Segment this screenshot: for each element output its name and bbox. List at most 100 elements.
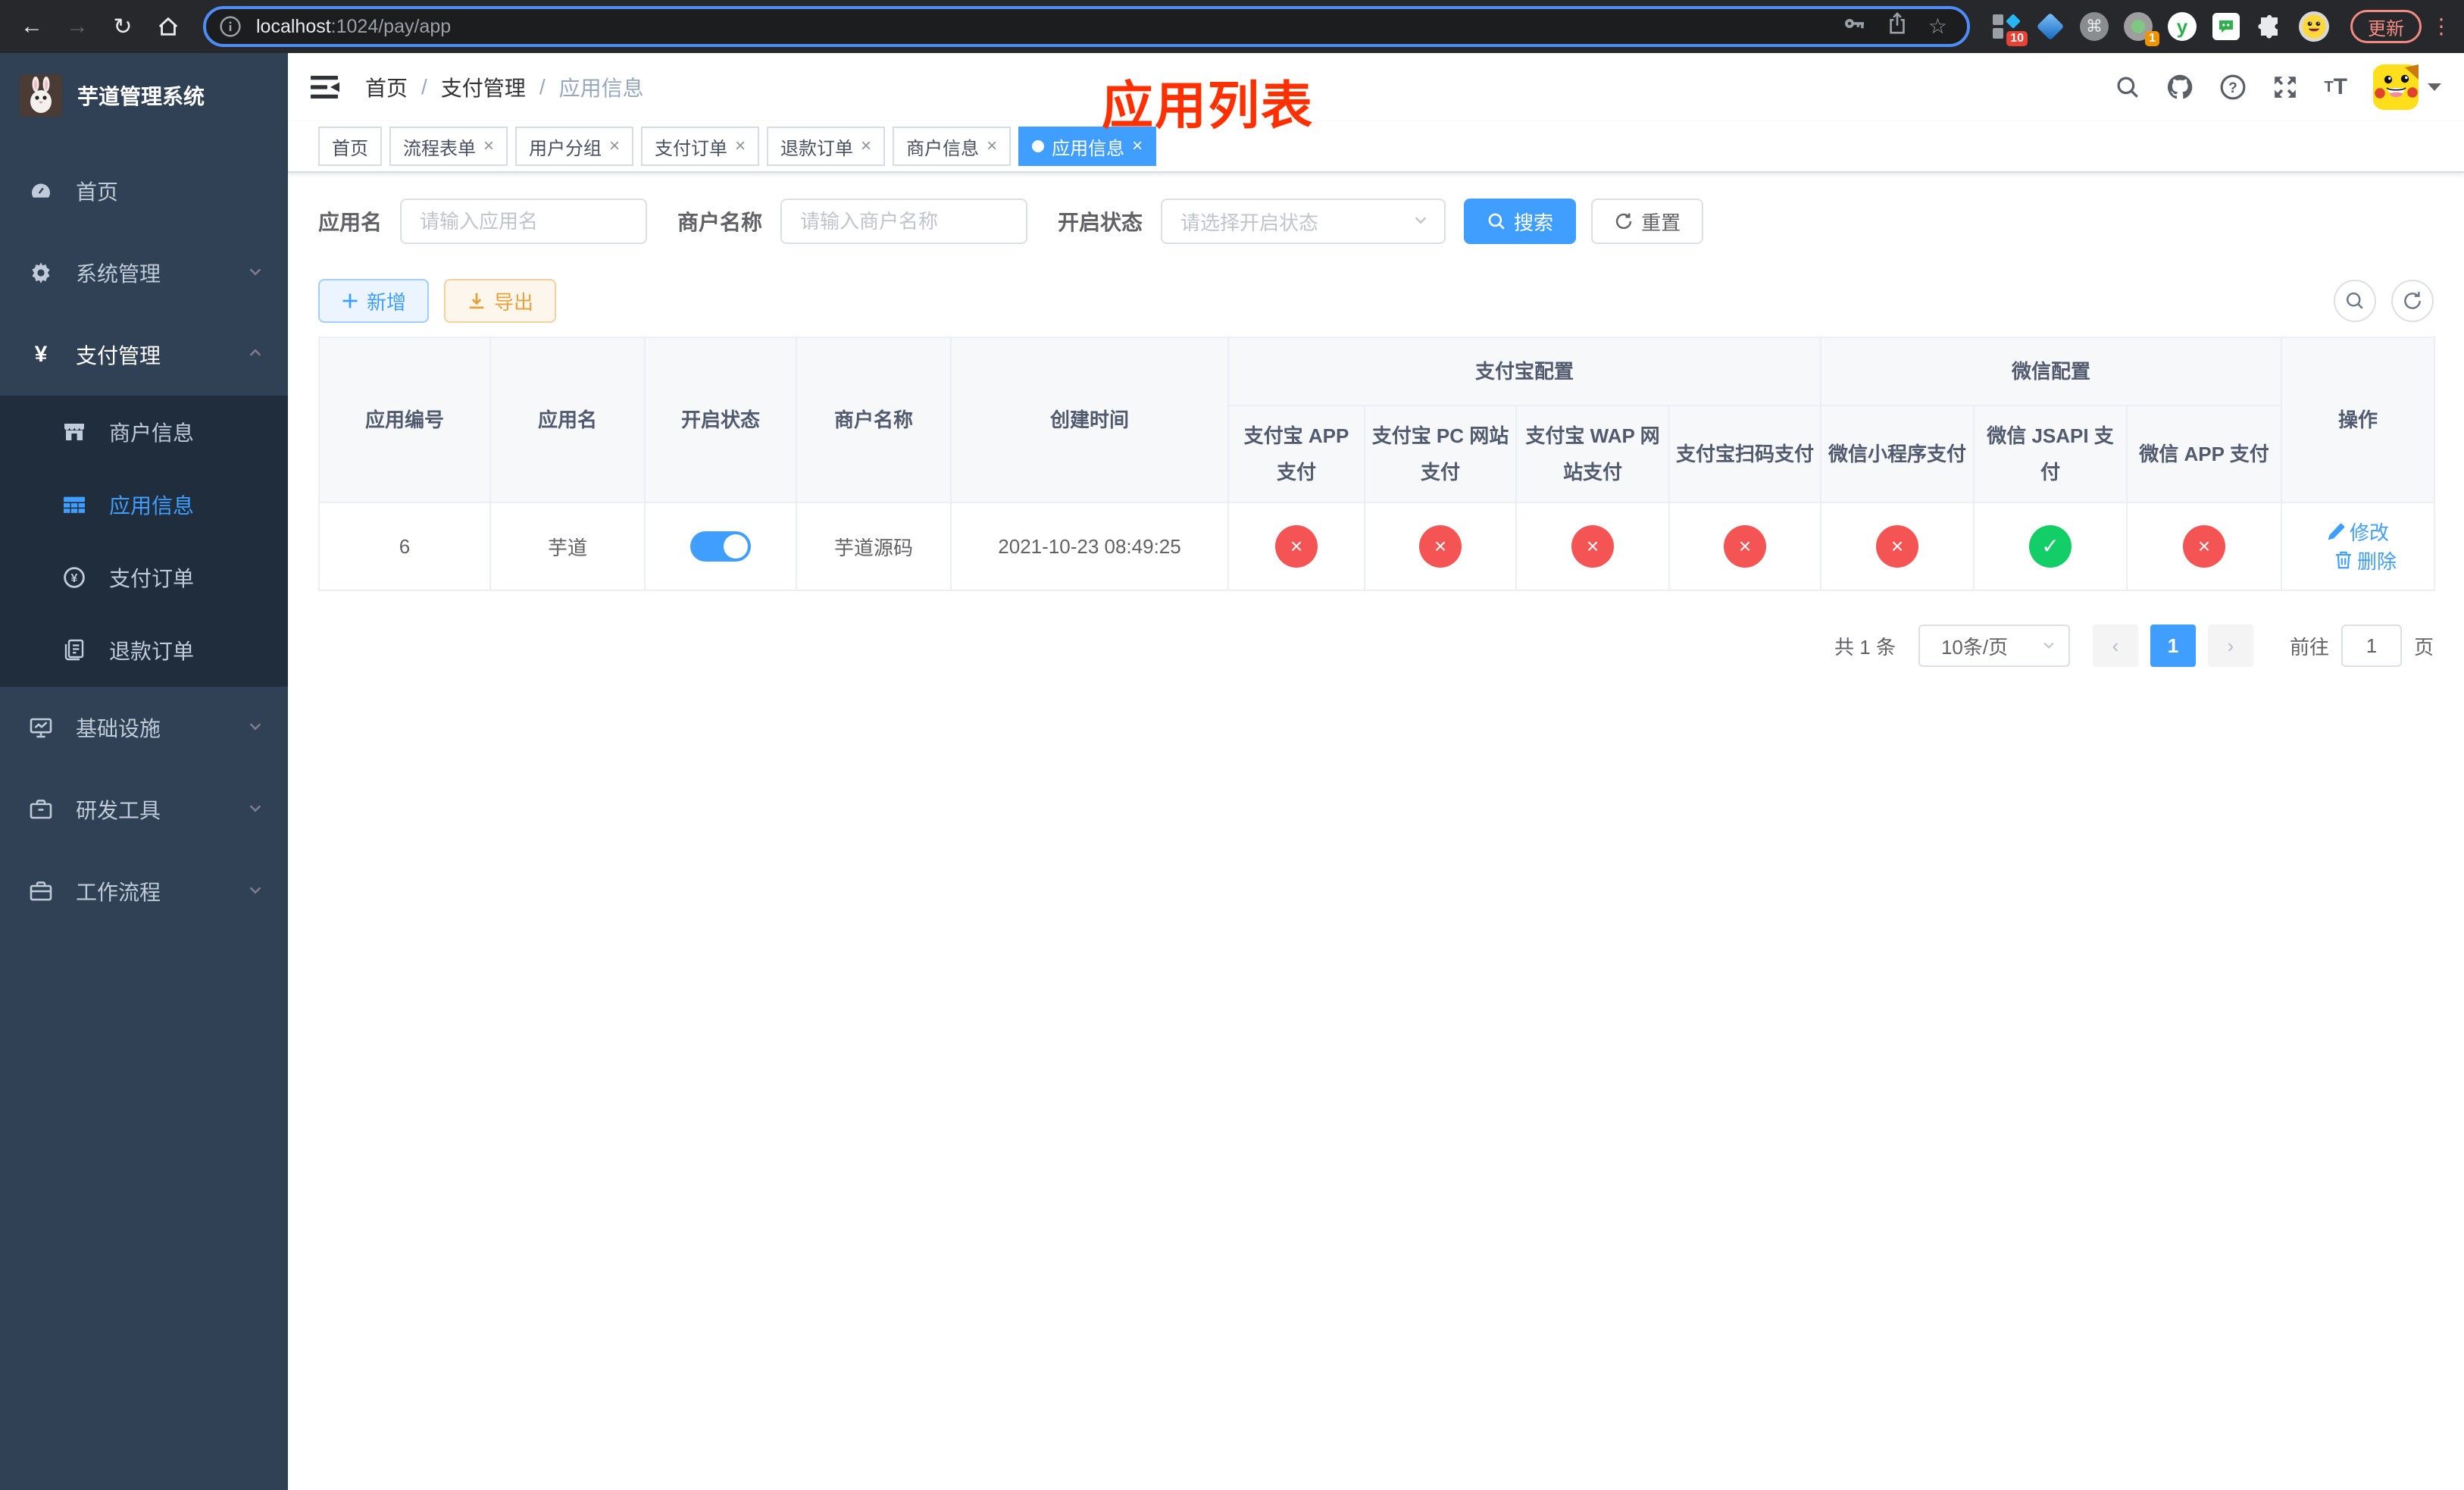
tab-home[interactable]: 首页 [318,127,382,166]
home-icon[interactable] [149,7,188,46]
github-icon[interactable] [2166,74,2194,101]
toggle-search-button[interactable] [2334,280,2376,322]
tab-merchant-info[interactable]: 商户信息 × [893,127,1012,166]
close-icon[interactable]: × [735,137,746,155]
user-avatar [2373,64,2419,110]
refresh-table-button[interactable] [2391,280,2434,322]
alipay-app-status-icon: × [1275,525,1318,568]
download-icon [469,293,484,309]
add-button[interactable]: 新增 [318,279,430,323]
site-info-icon[interactable] [215,11,245,42]
delete-link[interactable]: 删除 [2334,546,2397,574]
back-icon[interactable]: ← [12,7,52,46]
sidebar-item-system[interactable]: 系统管理 [0,232,288,314]
close-icon[interactable]: × [987,137,997,155]
extension-gem-icon[interactable] [2035,11,2065,42]
coin-icon: ¥ [62,565,86,590]
search-icon[interactable] [2115,74,2140,100]
next-page-button[interactable]: › [2207,624,2253,667]
col-header: 支付宝 APP 支付 [1227,405,1365,503]
extension-command-icon[interactable]: ⌘ [2079,11,2109,42]
help-icon[interactable]: ? [2219,74,2247,101]
search-form: 应用名 商户名称 开启状态 请选择开启状态 搜索 [318,199,2434,244]
chevron-down-icon [2041,634,2056,658]
pencil-icon [2328,523,2345,540]
sidebar-logo[interactable]: 芋道管理系统 [0,53,288,138]
extension-badge: 10 [2006,31,2028,46]
extension-yudao-icon[interactable]: y [2167,11,2197,42]
monitor-icon [29,715,53,740]
sidebar-item-refund-orders[interactable]: 退款订单 [0,614,288,687]
group-header-wechat: 微信配置 [1820,337,2283,406]
caret-down-icon [2428,83,2441,91]
share-icon[interactable] [1886,12,1909,41]
reload-icon[interactable]: ↻ [103,7,142,46]
merchant-name-input[interactable] [780,199,1028,244]
page-size-select[interactable]: 10条/页 [1918,624,2070,667]
tab-user-group[interactable]: 用户分组 × [515,127,634,166]
close-icon[interactable]: × [861,137,871,155]
col-header: 应用名 [489,337,646,503]
breadcrumb-payment[interactable]: 支付管理 [441,72,526,102]
page-1-button[interactable]: 1 [2150,624,2196,667]
sidebar-item-merchant-info[interactable]: 商户信息 [0,396,288,468]
sidebar-item-workflow[interactable]: 工作流程 [0,850,288,932]
search-button[interactable]: 搜索 [1464,199,1577,244]
breadcrumb-current: 应用信息 [558,77,644,100]
sidebar-item-pay-orders[interactable]: ¥ 支付订单 [0,541,288,614]
tab-pay-orders[interactable]: 支付订单 × [641,127,760,166]
user-menu[interactable] [2373,64,2441,110]
bookmark-star-icon[interactable]: ☆ [1928,16,1947,37]
breadcrumb-home[interactable]: 首页 [365,72,408,102]
tab-process-form[interactable]: 流程表单 × [389,127,508,166]
browser-update-button[interactable]: 更新 [2350,10,2422,43]
grid-icon [62,493,86,517]
profile-avatar[interactable] [2299,11,2329,42]
font-size-icon[interactable]: TT [2324,76,2347,99]
close-icon[interactable]: × [483,137,494,155]
sidebar-item-dev-tools[interactable]: 研发工具 [0,768,288,850]
prev-page-button[interactable]: ‹ [2092,624,2138,667]
wechat-jsapi-status-icon: ✓ [2029,525,2072,568]
reset-button[interactable]: 重置 [1591,199,1704,244]
status-select[interactable]: 请选择开启状态 [1161,199,1446,244]
alipay-wap-status-icon: × [1571,525,1614,568]
col-header: 支付宝 WAP 网站支付 [1515,405,1670,503]
app-name-input[interactable] [400,199,648,244]
sidebar-item-infrastructure[interactable]: 基础设施 [0,687,288,768]
col-header: 支付宝 PC 网站支付 [1364,405,1517,503]
plus-icon [342,293,358,308]
extension-dot-icon[interactable]: 1 [2123,11,2159,46]
sidebar-collapse-icon[interactable] [311,72,344,102]
forward-icon[interactable]: → [58,7,97,46]
sidebar-item-label: 首页 [76,180,119,204]
col-header: 微信 APP 支付 [2126,405,2283,503]
tab-refund-orders[interactable]: 退款订单 × [767,127,886,166]
key-icon[interactable] [1842,11,1866,42]
extension-chat-icon[interactable] [2211,11,2241,42]
sidebar-item-app-info[interactable]: 应用信息 [0,468,288,541]
sidebar-item-home[interactable]: 首页 [0,150,288,232]
wechat-lite-status-icon: × [1876,525,1919,568]
extensions-puzzle-icon[interactable] [2255,11,2285,42]
group-header-alipay: 支付宝配置 [1227,337,1822,406]
trash-icon [2336,551,2351,569]
shop-icon [62,420,86,444]
edit-link[interactable]: 修改 [2327,518,2389,546]
export-button[interactable]: 导出 [444,279,557,323]
col-header: 微信小程序支付 [1820,405,1975,503]
sidebar-item-payment[interactable]: ¥ 支付管理 [0,314,288,396]
col-header-actions: 操作 [2281,337,2436,503]
status-toggle[interactable] [690,531,751,562]
table-toolbar: 新增 导出 [318,279,2434,323]
menu-kebab-icon[interactable]: ⋮ [2431,16,2452,37]
sidebar: 芋道管理系统 首页 系统管理 ¥ 支付管理 商户信息 应用信息 ¥ 支付订单 退… [0,53,288,1490]
col-header: 支付宝扫码支付 [1668,405,1822,503]
goto-page-input[interactable] [2340,624,2402,667]
close-icon[interactable]: × [1132,137,1143,155]
address-bar[interactable]: localhost:1024/pay/app ☆ [203,6,1970,47]
fullscreen-icon[interactable] [2272,74,2298,100]
extension-blocks-icon[interactable]: 10 [1991,11,2028,46]
close-icon[interactable]: × [609,137,620,155]
logo-avatar [20,74,62,117]
